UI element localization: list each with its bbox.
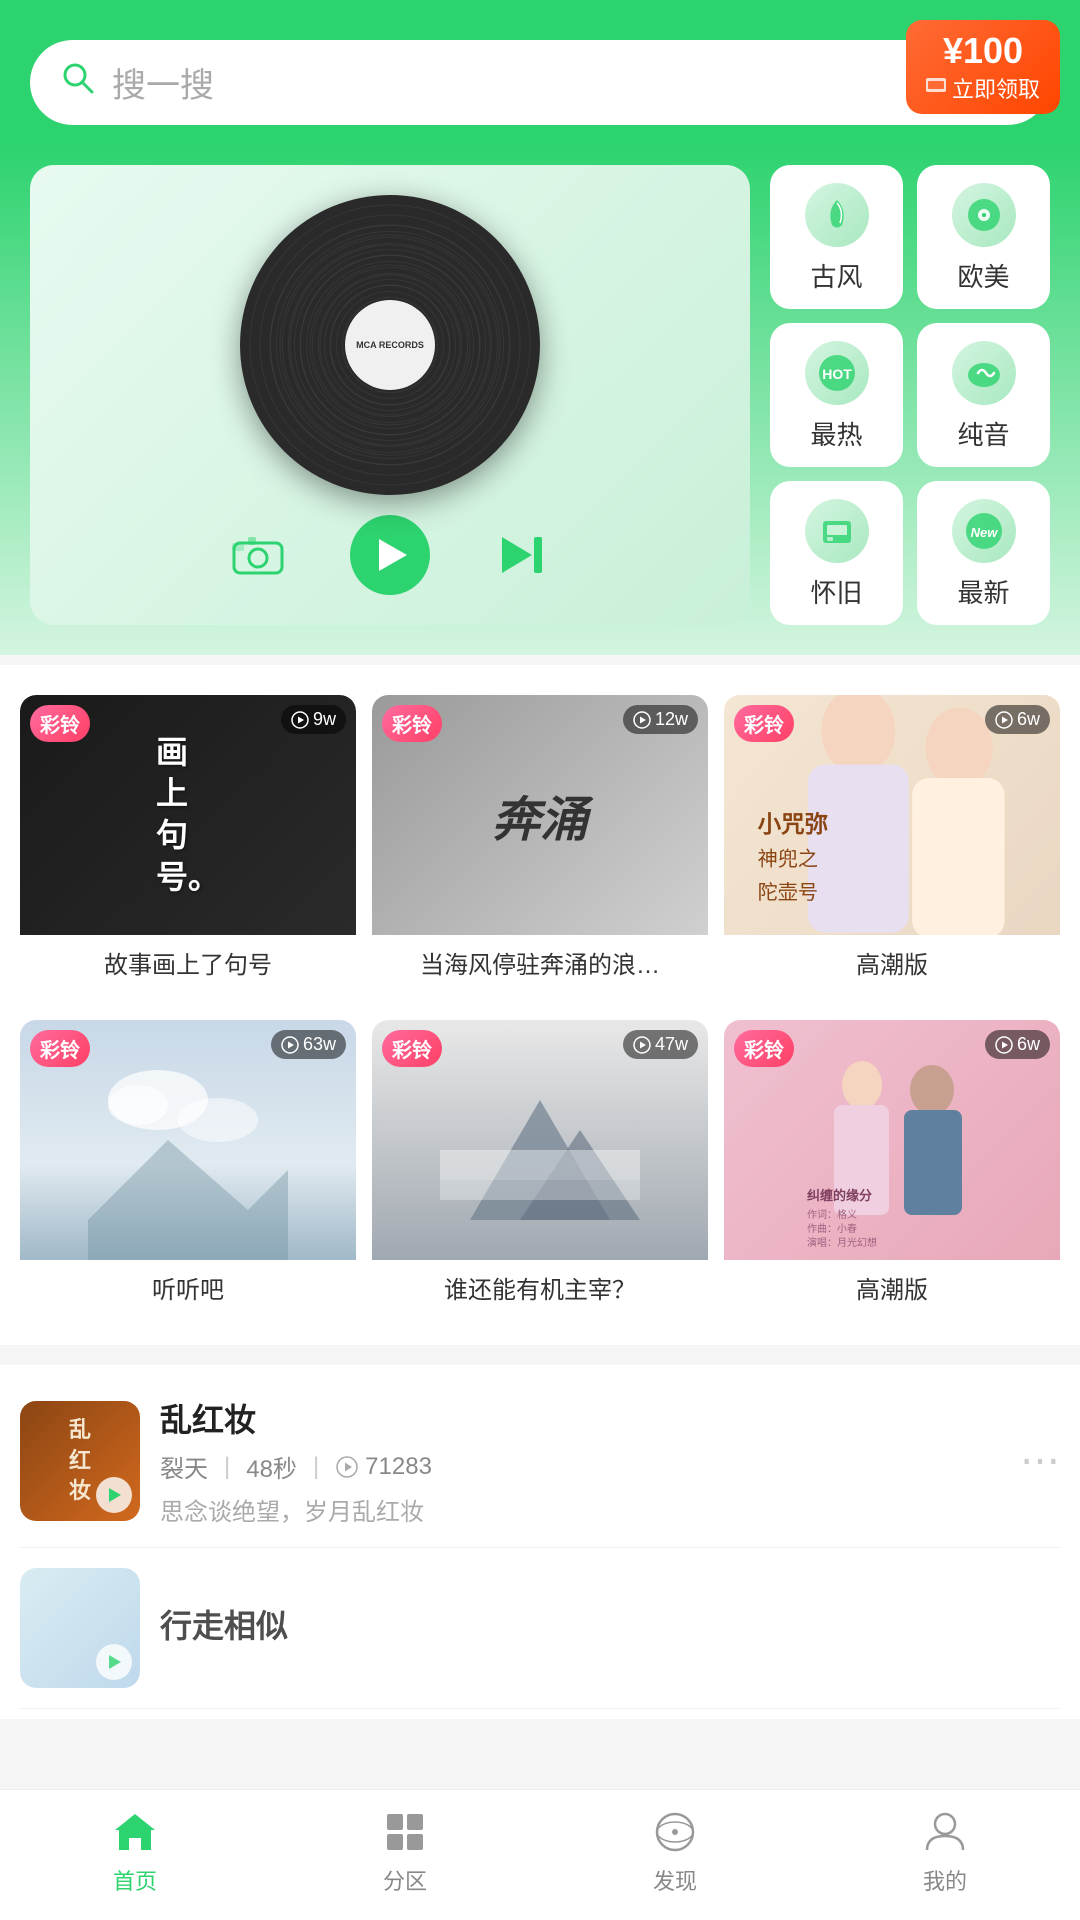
list-play-2[interactable] — [96, 1644, 132, 1680]
nav-discover[interactable]: 分区 — [270, 1806, 540, 1896]
oumei-icon — [952, 183, 1016, 247]
coupon-action: 立即领取 — [926, 72, 1040, 104]
badge-5: 彩铃 — [382, 1030, 442, 1067]
home-icon — [109, 1806, 161, 1858]
song-card-4[interactable]: 彩铃 63w 听听吧 — [20, 1020, 356, 1315]
list-title-2: 行走相似 — [160, 1601, 1060, 1647]
list-duration-1: 48秒 — [246, 1449, 297, 1484]
oumei-label: 欧美 — [957, 257, 1009, 294]
category-huaijiu[interactable]: 怀旧 — [770, 481, 903, 625]
nav-find-label: 发现 — [653, 1864, 697, 1896]
zuire-label: 最热 — [810, 415, 862, 452]
svg-text:小咒弥: 小咒弥 — [758, 810, 829, 837]
huaijiu-label: 怀旧 — [810, 573, 862, 610]
zuixin-icon: New — [952, 499, 1016, 563]
list-thumb-2 — [20, 1568, 140, 1688]
list-desc-1: 思念谈绝望，岁月乱红妆 — [160, 1492, 1000, 1527]
list-item-2[interactable]: 行走相似 — [20, 1548, 1060, 1709]
song-card-2[interactable]: 奔涌 彩铃 12w 当海风停驻奔涌的浪… — [372, 695, 708, 990]
camera-button[interactable] — [226, 523, 290, 587]
bottom-nav: 首页 分区 发现 — [0, 1789, 1080, 1920]
list-plays-1: 71283 — [335, 1453, 432, 1481]
list-title-1: 乱红妆 — [160, 1395, 1000, 1441]
svg-text:陀壶号: 陀壶号 — [758, 881, 818, 904]
vinyl-label: MCA RECORDS — [345, 300, 435, 390]
gufeng-icon — [805, 183, 869, 247]
category-zuixin[interactable]: New 最新 — [917, 481, 1050, 625]
header: 搜一搜 ¥100 立即领取 — [0, 0, 1080, 145]
nav-home-label: 首页 — [113, 1864, 157, 1896]
vinyl-controls — [226, 515, 554, 595]
song-title-1: 故事画上了句号 — [20, 935, 356, 990]
svg-text:HOT: HOT — [822, 366, 852, 382]
vinyl-card: MCA RECORDS — [30, 165, 750, 625]
song-card-6[interactable]: 纠缠的缘分 作词：格义 作曲：小春 演唱：月光幻想 彩铃 6w 高潮版 — [724, 1020, 1060, 1315]
badge-4: 彩铃 — [30, 1030, 90, 1067]
main-banner: MCA RECORDS — [0, 145, 1080, 655]
list-play-1[interactable] — [96, 1477, 132, 1513]
plays-4: 63w — [271, 1030, 346, 1059]
category-zuire[interactable]: HOT 最热 — [770, 323, 903, 467]
nav-discover-label: 分区 — [383, 1864, 427, 1896]
gufeng-label: 古风 — [810, 257, 862, 294]
chunyin-label: 纯音 — [957, 415, 1009, 452]
svg-text:演唱：月光幻想: 演唱：月光幻想 — [807, 1236, 877, 1249]
search-placeholder: 搜一搜 — [112, 58, 214, 107]
plays-3: 6w — [985, 705, 1050, 734]
grid-icon — [379, 1806, 431, 1858]
list-meta-1: 裂天 | 48秒 | 71283 — [160, 1449, 1000, 1484]
list-thumb-1: 乱红妆 — [20, 1401, 140, 1521]
list-more-1[interactable]: ⋯ — [1020, 1438, 1060, 1484]
plays-2: 12w — [623, 705, 698, 734]
nav-mine[interactable]: 我的 — [810, 1806, 1080, 1896]
svg-text:作词：格义: 作词：格义 — [807, 1208, 857, 1221]
play-button[interactable] — [350, 515, 430, 595]
list-info-1: 乱红妆 裂天 | 48秒 | 71283 思念谈绝望，岁月乱红妆 — [160, 1395, 1000, 1527]
plays-5: 47w — [623, 1030, 698, 1059]
category-oumei[interactable]: 欧美 — [917, 165, 1050, 309]
song-grid-row1: 画上句号。 彩铃 9w 故事画上了句号 奔涌 彩铃 — [0, 665, 1080, 1345]
plays-1: 9w — [281, 705, 346, 734]
next-button[interactable] — [490, 523, 554, 587]
list-info-2: 行走相似 — [160, 1601, 1060, 1655]
song-card-1[interactable]: 画上句号。 彩铃 9w 故事画上了句号 — [20, 695, 356, 990]
category-gufeng[interactable]: 古风 — [770, 165, 903, 309]
song-title-6: 高潮版 — [724, 1260, 1060, 1315]
coupon-badge[interactable]: ¥100 立即领取 — [906, 20, 1060, 114]
svg-text:New: New — [970, 525, 998, 540]
song-title-3: 高潮版 — [724, 935, 1060, 990]
badge-1: 彩铃 — [30, 705, 90, 742]
category-grid: 古风 欧美 HOT — [770, 165, 1050, 625]
list-section: 乱红妆 乱红妆 裂天 | 48秒 | 71283 思念谈绝望，岁月乱红妆 — [0, 1365, 1080, 1719]
list-item-1[interactable]: 乱红妆 乱红妆 裂天 | 48秒 | 71283 思念谈绝望，岁月乱红妆 — [20, 1375, 1060, 1548]
badge-3: 彩铃 — [734, 705, 794, 742]
chunyin-icon — [952, 341, 1016, 405]
song-title-2: 当海风停驻奔涌的浪… — [372, 935, 708, 990]
zuixin-label: 最新 — [957, 573, 1009, 610]
plays-6: 6w — [985, 1030, 1050, 1059]
user-icon — [919, 1806, 971, 1858]
svg-text:纠缠的缘分: 纠缠的缘分 — [807, 1188, 872, 1203]
zuire-icon: HOT — [805, 341, 869, 405]
compass-icon — [649, 1806, 701, 1858]
svg-text:作曲：小春: 作曲：小春 — [807, 1223, 857, 1235]
song-title-5: 谁还能有机主宰？ — [372, 1260, 708, 1315]
svg-text:神兜之: 神兜之 — [758, 847, 818, 870]
search-bar[interactable]: 搜一搜 — [30, 40, 1050, 125]
song-card-5[interactable]: 彩铃 47w 谁还能有机主宰？ — [372, 1020, 708, 1315]
song-title-4: 听听吧 — [20, 1260, 356, 1315]
song-card-3[interactable]: 小咒弥 神兜之 陀壶号 彩铃 6w 高潮版 — [724, 695, 1060, 990]
list-artist-1: 裂天 — [160, 1449, 208, 1484]
nav-find[interactable]: 发现 — [540, 1806, 810, 1896]
vinyl-disc: MCA RECORDS — [240, 195, 540, 495]
badge-2: 彩铃 — [382, 705, 442, 742]
huaijiu-icon — [805, 499, 869, 563]
nav-home[interactable]: 首页 — [0, 1806, 270, 1896]
badge-6: 彩铃 — [734, 1030, 794, 1067]
search-icon — [60, 60, 96, 105]
coupon-amount: ¥100 — [926, 30, 1040, 72]
category-chunyin[interactable]: 纯音 — [917, 323, 1050, 467]
nav-mine-label: 我的 — [923, 1864, 967, 1896]
